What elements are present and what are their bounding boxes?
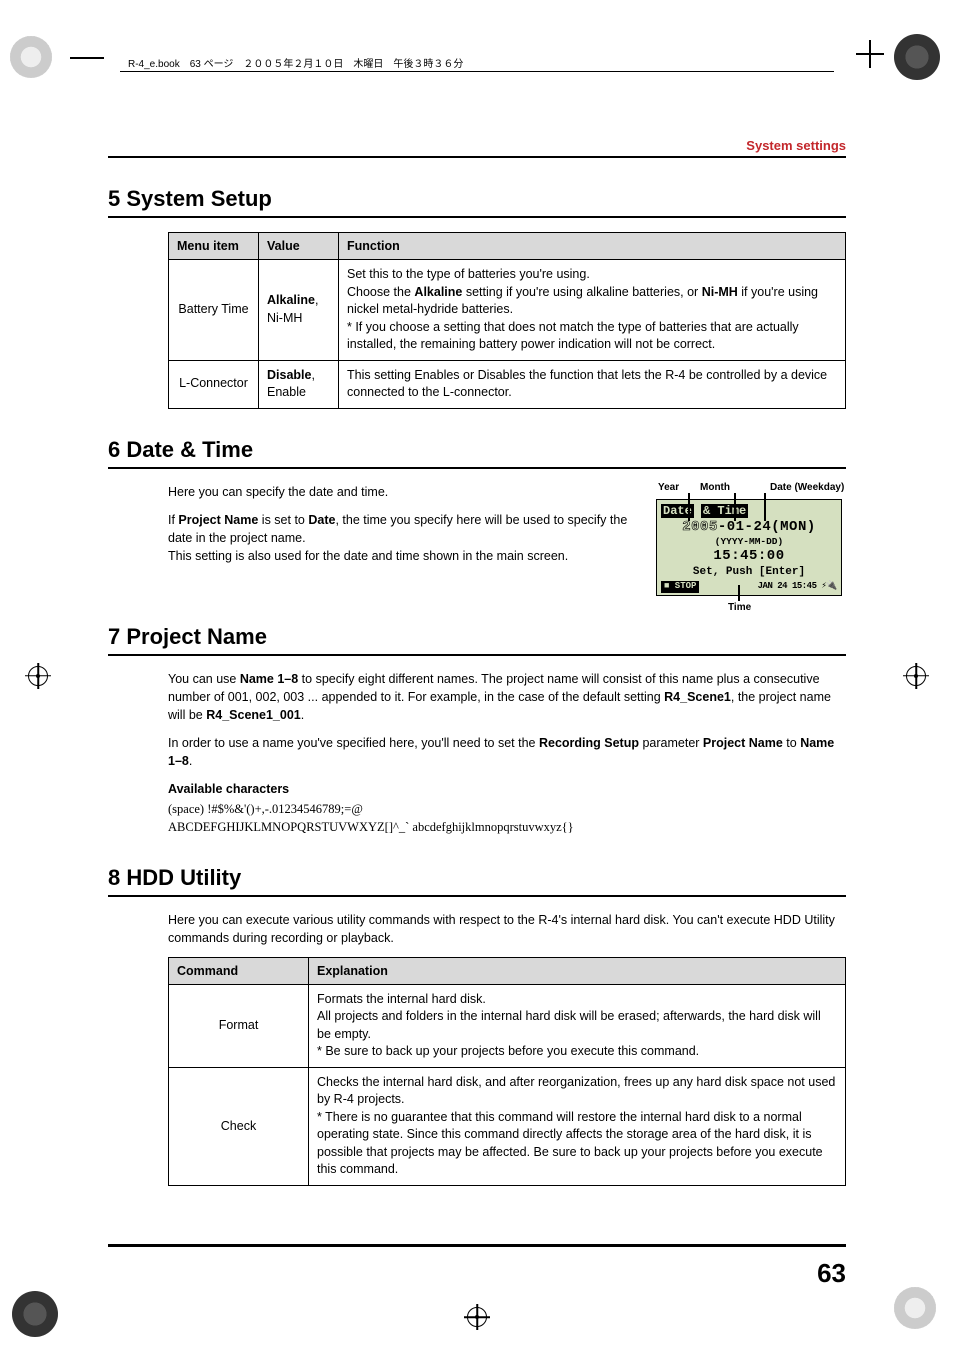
- sec5-table: Menu item Value Function Battery Time Al…: [168, 232, 846, 409]
- lcd-label-date: Date (Weekday): [770, 481, 844, 496]
- crop-corner-bl-icon: [12, 1291, 58, 1337]
- reg-mark-right-icon: [906, 666, 926, 686]
- sec5-r1-value: Disable,Enable: [259, 360, 339, 408]
- sec7-body: You can use Name 1–8 to specify eight di…: [168, 670, 846, 837]
- sec6-p1: Here you can specify the date and time.: [168, 483, 638, 501]
- sec7-subhead: Available characters: [168, 780, 846, 798]
- print-header: R-4_e.book 63 ページ ２００５年２月１０日 木曜日 午後３時３６分: [128, 55, 463, 70]
- lcd-time: 15:45:00: [661, 548, 837, 566]
- reg-mark-bottom-icon: [467, 1307, 487, 1327]
- sec5-heading: 5 System Setup: [108, 186, 846, 218]
- lcd-diagram: Year Month Date (Weekday) Date & Time 20…: [656, 483, 846, 596]
- sec8-table: Command Explanation Format Formats the i…: [168, 957, 846, 1186]
- header-crop-cross-icon: [856, 40, 884, 73]
- lcd-date-fmt: (YYYY-MM-DD): [661, 536, 837, 548]
- sec8-r1-exp: Checks the internal hard disk, and after…: [309, 1067, 846, 1185]
- section-header: System settings: [108, 138, 846, 158]
- section-header-text: System settings: [746, 138, 846, 153]
- lcd-date-rest: -01-24(MON): [718, 519, 816, 535]
- crop-corner-br-icon: [894, 1287, 936, 1329]
- sec7-heading: 7 Project Name: [108, 624, 846, 656]
- sec8-th-exp: Explanation: [309, 957, 846, 984]
- bottom-rule: [108, 1244, 846, 1247]
- sec5-r0-menu: Battery Time: [169, 260, 259, 361]
- sec5-body: Menu item Value Function Battery Time Al…: [168, 232, 846, 409]
- header-rule: [120, 71, 834, 72]
- sec8-heading: 8 HDD Utility: [108, 865, 846, 897]
- sec5-th-func: Function: [339, 233, 846, 260]
- sec5-r0-value: Alkaline,Ni-MH: [259, 260, 339, 361]
- arrow-month-icon: [734, 493, 736, 521]
- lcd-label-time: Time: [728, 601, 751, 616]
- arrow-year-icon: [688, 493, 690, 521]
- sec8-r0-exp: Formats the internal hard disk.All proje…: [309, 984, 846, 1067]
- table-row: Format Formats the internal hard disk.Al…: [169, 984, 846, 1067]
- page-content: System settings 5 System Setup Menu item…: [108, 138, 846, 1243]
- sec6-p2: If Project Name is set to Date, the time…: [168, 511, 638, 565]
- sec8-th-cmd: Command: [169, 957, 309, 984]
- lcd-status-right: JAN 24 15:45 ⚡🔌: [758, 581, 837, 592]
- table-row: Check Checks the internal hard disk, and…: [169, 1067, 846, 1185]
- sec5-r0-func: Set this to the type of batteries you're…: [339, 260, 846, 361]
- lcd-title2: & Time: [701, 504, 748, 518]
- arrow-date-icon: [764, 493, 766, 521]
- sec8-intro: Here you can execute various utility com…: [168, 911, 846, 947]
- sec6-heading: 6 Date & Time: [108, 437, 846, 469]
- header-crop-line-icon: [70, 48, 104, 73]
- sec5-r1-menu: L-Connector: [169, 360, 259, 408]
- page-number: 63: [817, 1258, 846, 1289]
- arrow-time-icon: [738, 585, 740, 601]
- sec8-r1-cmd: Check: [169, 1067, 309, 1185]
- crop-corner-tl-icon: [10, 36, 52, 78]
- lcd-label-year: Year: [658, 481, 679, 496]
- sec7-p1: You can use Name 1–8 to specify eight di…: [168, 670, 846, 724]
- crop-corner-tr-icon: [894, 34, 940, 80]
- reg-mark-left-icon: [28, 666, 48, 686]
- lcd-status-left: ■ STOP: [661, 581, 699, 592]
- table-row: L-Connector Disable,Enable This setting …: [169, 360, 846, 408]
- sec5-th-menu: Menu item: [169, 233, 259, 260]
- sec7-chars2: ABCDEFGHIJKLMNOPQRSTUVWXYZ[]^_` abcdefgh…: [168, 818, 846, 836]
- sec6-body: Here you can specify the date and time. …: [168, 483, 846, 596]
- sec5-r1-func: This setting Enables or Disables the fun…: [339, 360, 846, 408]
- table-row: Battery Time Alkaline,Ni-MH Set this to …: [169, 260, 846, 361]
- lcd-label-month: Month: [700, 481, 730, 496]
- sec8-body: Here you can execute various utility com…: [168, 911, 846, 1186]
- sec7-p2: In order to use a name you've specified …: [168, 734, 846, 770]
- sec7-chars1: (space) !#$%&'()+,-.01234546789;=@: [168, 800, 846, 818]
- sec5-th-value: Value: [259, 233, 339, 260]
- lcd-screen: Date & Time 2005-01-24(MON) (YYYY-MM-DD)…: [656, 499, 842, 596]
- lcd-date-year: 2005: [682, 519, 718, 535]
- lcd-hint: Set, Push [Enter]: [661, 566, 837, 580]
- sec8-r0-cmd: Format: [169, 984, 309, 1067]
